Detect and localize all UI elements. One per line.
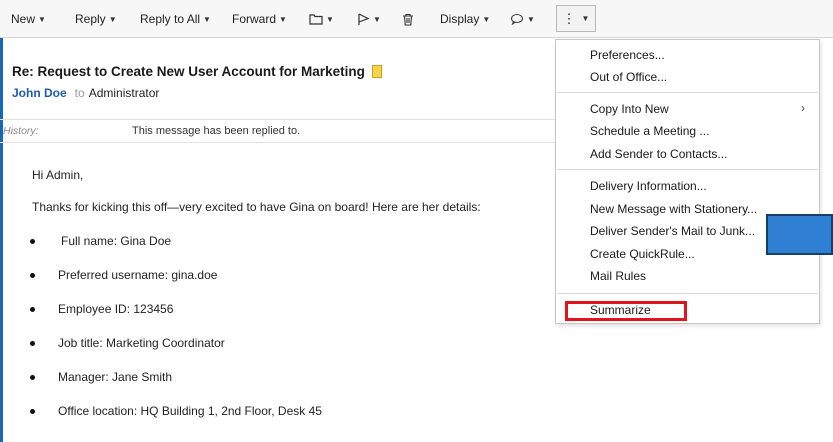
menu-item-create-quickrule[interactable]: Create QuickRule... [590,247,695,261]
list-item: Full name: Gina Doe [30,234,171,248]
menu-item-deliver-to-junk[interactable]: Deliver Sender's Mail to Junk... [590,224,755,238]
caret-down-icon: ▼ [203,14,211,24]
list-item: Manager: Jane Smith [30,370,172,384]
bullet-icon [30,306,35,312]
caret-down-icon: ▼ [482,14,491,24]
menu-separator [557,92,818,93]
display-button[interactable]: Display ▼ [440,12,490,26]
detail-text: Manager: Jane Smith [58,370,173,384]
attachment-note-icon[interactable] [371,65,382,78]
to-label: to [74,86,85,100]
history-bar: History: This message has been replied t… [0,119,563,143]
new-label: New [11,12,36,26]
forward-label: Forward [232,12,277,26]
overlay-blue-box [766,214,833,255]
trash-icon [402,13,414,26]
more-actions-button[interactable]: ⋮ ▼ [556,5,596,32]
reply-button[interactable]: Reply ▼ [75,12,117,26]
chat-bubble-icon [510,13,524,25]
list-item: Preferred username: gina.doe [30,268,217,282]
menu-item-out-of-office[interactable]: Out of Office... [590,70,667,84]
menu-item-copy-into-new[interactable]: Copy Into New [590,102,669,116]
display-label: Display [440,12,480,26]
bullet-icon [30,272,35,278]
sender-name[interactable]: John Doe [12,86,67,100]
bullet-icon [30,408,35,414]
delete-button[interactable] [402,12,414,26]
detail-text: Full name: Gina Doe [61,234,172,248]
detail-text: Preferred username: gina.doe [58,268,218,282]
from-line: John Doe to Administrator [12,86,159,100]
move-folder-button[interactable]: ▼ [309,12,334,26]
caret-down-icon: ▼ [326,14,334,24]
recipient-name[interactable]: Administrator [89,86,160,100]
greeting-text: Hi Admin, [32,168,84,182]
menu-separator [557,293,818,294]
list-item: Office location: HQ Building 1, 2nd Floo… [30,404,322,418]
more-vertical-icon: ⋮ [562,10,576,26]
history-label: History: [3,125,39,137]
reply-to-all-label: Reply to All [140,12,201,26]
menu-item-mail-rules[interactable]: Mail Rules [590,269,646,283]
detail-text: Job title: Marketing Coordinator [58,336,225,350]
menu-item-preferences[interactable]: Preferences... [590,48,665,62]
reply-label: Reply [75,12,106,26]
flag-icon [357,12,370,26]
bullet-icon [30,238,35,244]
list-item: Job title: Marketing Coordinator [30,336,225,350]
folder-icon [309,13,323,25]
caret-down-icon: ▼ [279,14,287,24]
detail-text: Office location: HQ Building 1, 2nd Floo… [58,404,322,418]
message-subject: Re: Request to Create New User Account f… [12,64,382,79]
caret-down-icon: ▼ [373,14,381,24]
caret-down-icon: ▼ [38,14,46,24]
new-button[interactable]: New ▼ [11,12,46,26]
intro-text: Thanks for kicking this off—very excited… [32,200,481,214]
menu-separator [557,169,818,170]
caret-down-icon: ▼ [527,14,535,24]
chat-button[interactable]: ▼ [510,12,535,26]
toolbar: New ▼ Reply ▼ Reply to All ▼ Forward ▼ ▼ ▼ D… [0,0,833,38]
detail-text: Employee ID: 123456 [58,302,174,316]
list-item: Employee ID: 123456 [30,302,173,316]
summarize-highlight-box [565,301,687,321]
bullet-icon [30,340,35,346]
subject-text: Re: Request to Create New User Account f… [12,64,365,79]
menu-item-add-sender-to-contacts[interactable]: Add Sender to Contacts... [590,147,727,161]
menu-item-delivery-information[interactable]: Delivery Information... [590,179,707,193]
menu-item-new-message-stationery[interactable]: New Message with Stationery... [590,202,757,216]
reply-to-all-button[interactable]: Reply to All ▼ [140,12,211,26]
submenu-arrow-icon: › [801,101,805,115]
caret-down-icon: ▼ [581,14,590,23]
more-actions-menu: Preferences... Out of Office... Copy Int… [555,39,820,324]
history-text: This message has been replied to. [132,125,301,137]
flag-button[interactable]: ▼ [357,12,381,26]
forward-button[interactable]: Forward ▼ [232,12,287,26]
bullet-icon [30,374,35,380]
caret-down-icon: ▼ [108,14,117,24]
menu-item-schedule-meeting[interactable]: Schedule a Meeting ... [590,124,709,138]
